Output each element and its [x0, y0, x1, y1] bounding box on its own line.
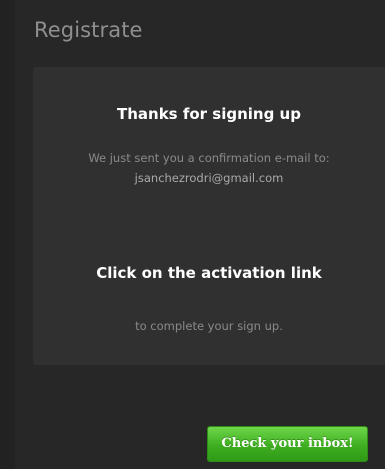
activation-heading: Click on the activation link [96, 264, 322, 282]
confirmation-card: Thanks for signing up We just sent you a… [33, 67, 385, 365]
email-address: jsanchezrodri@gmail.com [134, 171, 284, 185]
confirmation-sent-text: We just sent you a confirmation e-mail t… [88, 151, 330, 165]
complete-signup-text: to complete your sign up. [135, 319, 283, 333]
page-title: Registrate [34, 18, 143, 42]
check-inbox-button[interactable]: Check your inbox! [207, 426, 368, 462]
thanks-heading: Thanks for signing up [117, 105, 301, 123]
registration-page: Registrate Thanks for signing up We just… [0, 0, 385, 469]
